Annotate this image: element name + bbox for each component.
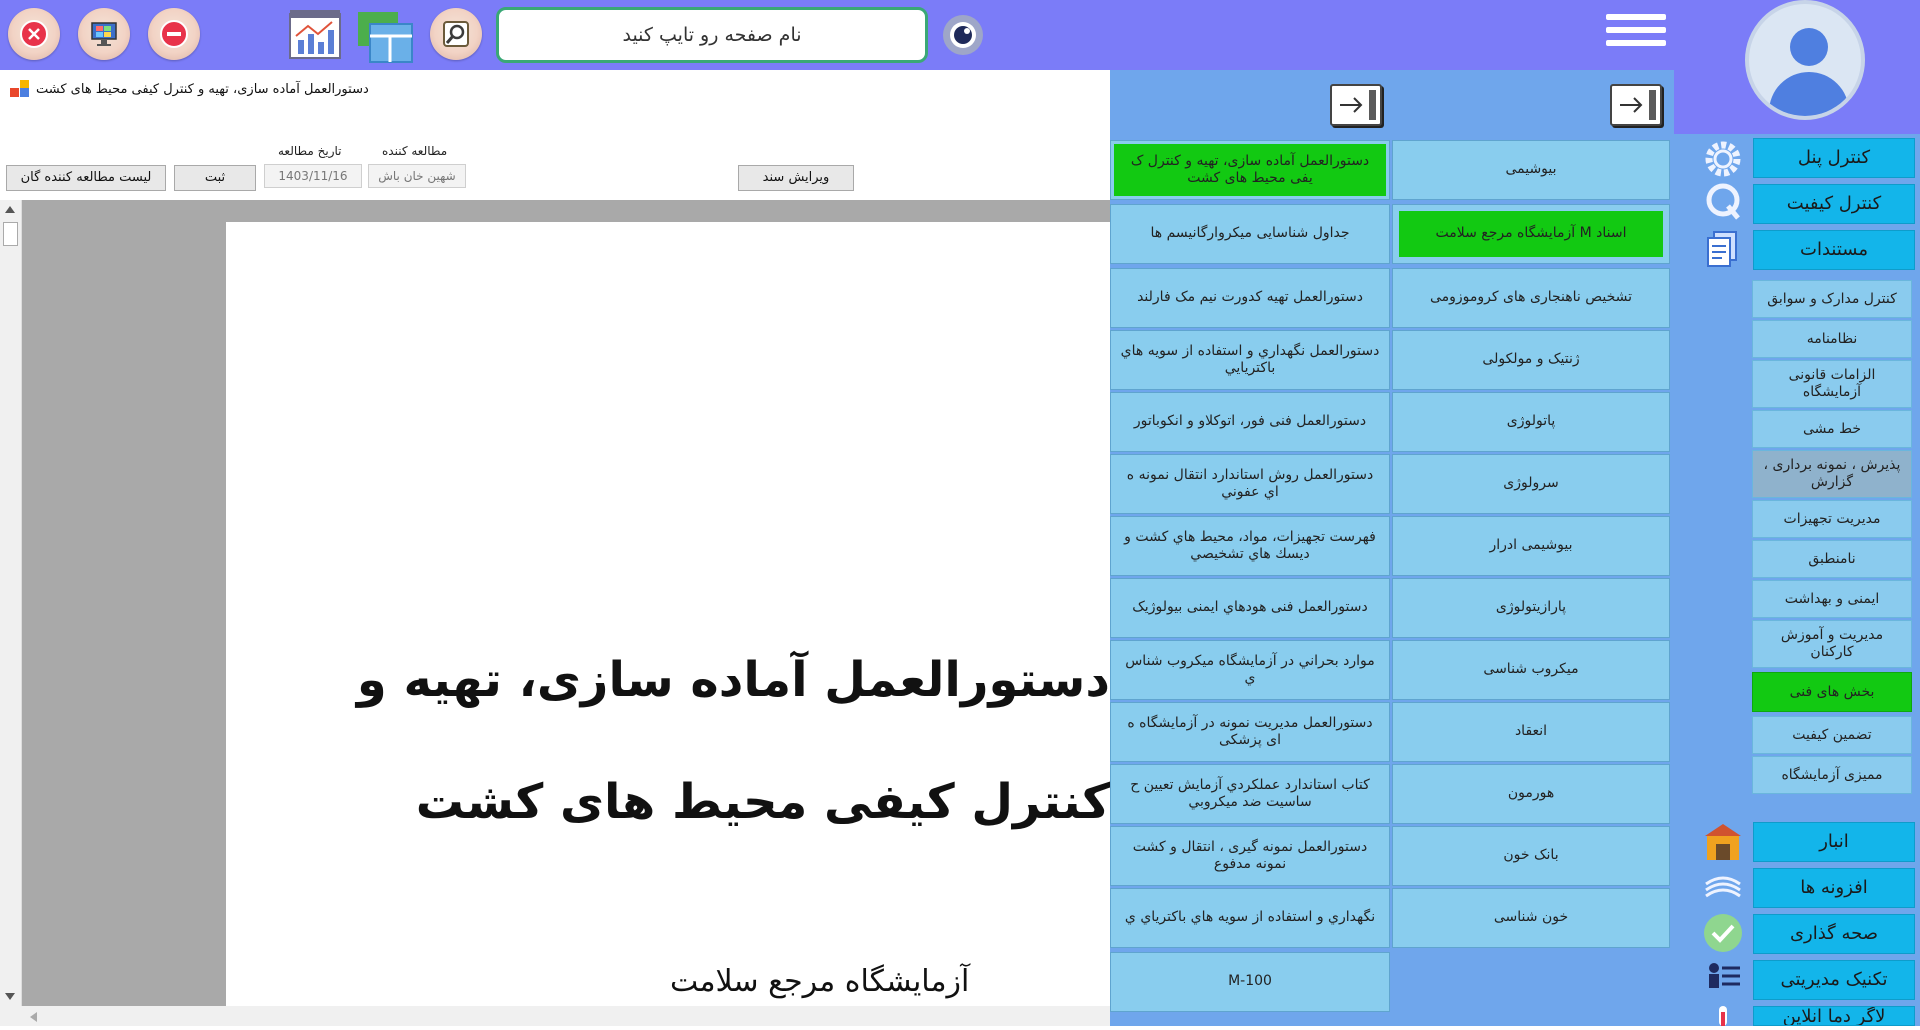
nav-control-panel[interactable]: کنترل پنل [1753,138,1915,178]
document-item[interactable]: دستورالعمل نگهداري و استفاده از سويه هاي… [1110,330,1390,390]
table-window-icon[interactable] [356,6,414,64]
category-item[interactable]: پاتولوژی [1392,392,1670,452]
nav-sub-item[interactable]: الزامات قانونی آزمایشگاه [1752,360,1912,408]
category-item[interactable]: بانک خون [1392,826,1670,886]
addons-icon [1702,868,1744,910]
nav-warehouse[interactable]: انبار [1753,822,1915,862]
document-page: دستورالعمل آماده سازی، تهیه و کنترل کیفی… [226,222,1110,1006]
category-item[interactable]: اسناد M آزمایشگاه مرجع سلامت [1392,204,1670,264]
vertical-scrollbar[interactable] [0,200,22,1006]
close-circle-icon[interactable] [8,8,60,60]
horizontal-scrollbar[interactable] [0,1006,1110,1026]
page-org-name: آزمایشگاه مرجع سلامت [670,964,970,999]
date-field: 1403/11/16 [264,164,362,188]
reader-field: شهین خان باش [368,164,466,188]
collapse-panel-button-left[interactable] [1330,84,1382,126]
document-item[interactable]: دستورالعمل تهیه کدورت نیم مک فارلند [1110,268,1390,328]
document-item-label: دستورالعمل آماده سازی، تهیه و کنترل ک یف… [1114,144,1386,196]
document-item[interactable]: دستورالعمل آماده سازی، تهیه و کنترل ک یف… [1110,140,1390,200]
document-item[interactable]: كتاب استاندارد عملكردي آزمايش تعيين ح سا… [1110,764,1390,824]
document-item[interactable]: جداول شناسایی میکروارگانیسم ها [1110,204,1390,264]
search-magnifier-icon[interactable] [430,8,482,60]
top-toolbar: نام صفحه رو تایپ کنید [0,0,1674,70]
nav-management-technique[interactable]: تکنیک مدیریتی [1753,960,1915,1000]
date-label: تاریخ مطالعه [278,144,342,158]
nav-sub-item[interactable]: مدیریت و آموزش کارکنان [1752,620,1912,668]
readers-list-button[interactable]: لیست مطالعه کننده گان [6,165,166,191]
warehouse-icon [1702,820,1744,862]
nav-sub-item[interactable]: خط مشی [1752,410,1912,448]
category-item[interactable]: بیوشیمی ادرار [1392,516,1670,576]
app-logo-icon [10,80,32,98]
eye-toggle-icon[interactable] [940,12,986,58]
category-item[interactable]: هورمون [1392,764,1670,824]
category-item[interactable]: بیوشیمی [1392,140,1670,200]
management-icon [1702,958,1744,1000]
scroll-down-icon[interactable] [3,988,17,1002]
nav-sub-item[interactable]: مدیریت تجهیزات [1752,500,1912,538]
document-item[interactable]: M-100 [1110,952,1390,1012]
document-item[interactable]: دستورالعمل فنی فور، اتوکلاو و انکوباتور [1110,392,1390,452]
category-item[interactable]: تشخیص ناهنجاری های کروموزومی [1392,268,1670,328]
nav-addons[interactable]: افزونه ها [1753,868,1915,908]
scroll-left-icon[interactable] [26,1009,40,1023]
quality-q-icon [1702,180,1744,222]
nav-documents[interactable]: مستندات [1753,230,1915,270]
nav-sub-item[interactable]: ممیزی آزمایشگاه [1752,756,1912,794]
scroll-up-icon[interactable] [3,202,17,216]
chart-report-icon[interactable] [286,6,344,64]
nav-online-temp-log[interactable]: لاگر دما آنلاین [1753,1006,1915,1026]
collapse-panel-button-right[interactable] [1610,84,1662,126]
category-item[interactable]: پارازیتولوژی [1392,578,1670,638]
search-input[interactable]: نام صفحه رو تایپ کنید [496,7,928,63]
document-item[interactable]: نگهداري و استفاده از سويه هاي باكترياي ي [1110,888,1390,948]
nav-sub-item[interactable]: ایمنی و بهداشت [1752,580,1912,618]
nav-sub-item[interactable]: پذیرش ، نمونه برداری ، گزارش [1752,450,1912,498]
nav-sub-item[interactable]: نامنطبق [1752,540,1912,578]
category-item-label: اسناد M آزمایشگاه مرجع سلامت [1399,211,1663,257]
document-item[interactable]: دستورالعمل نمونه گیری ، انتقال و کشت نمو… [1110,826,1390,886]
category-item[interactable]: میکروب شناسی [1392,640,1670,700]
user-avatar[interactable] [1745,0,1865,120]
monitor-icon[interactable] [78,8,130,60]
category-item[interactable]: ژنتیک و مولکولی [1392,330,1670,390]
reader-label: مطالعه کننده [382,144,448,158]
nav-sub-item[interactable]: بخش های فنی [1752,672,1912,712]
nav-sub-item[interactable]: کنترل مدارک و سوابق [1752,280,1912,318]
gear-icon [1702,138,1744,180]
category-item[interactable]: خون شناسی [1392,888,1670,948]
document-item[interactable]: دستورالعمل فنی هودهاي ايمنی بيولوژيک [1110,578,1390,638]
checkmark-badge-icon [1702,912,1744,954]
nav-sub-item[interactable]: نظامنامه [1752,320,1912,358]
edit-document-button[interactable]: ویرایش سند [738,165,854,191]
nav-sub-item[interactable]: تضمین کیفیت [1752,716,1912,754]
documents-icon [1702,228,1744,270]
document-item[interactable]: موارد بحراني در آزمایشگاه میکروب شناس ي [1110,640,1390,700]
document-item[interactable]: دستورالعمل روش استاندارد انتقال نمونه ه … [1110,454,1390,514]
thermometer-icon [1702,1004,1744,1026]
hamburger-menu-icon[interactable] [1606,14,1666,56]
page-heading-line-2: کنترل کیفی محیط های کشت [415,774,1110,830]
minus-circle-icon[interactable] [148,8,200,60]
nav-quality-control[interactable]: کنترل کیفیت [1753,184,1915,224]
submit-button[interactable]: ثبت [174,165,256,191]
category-item[interactable]: سرولوژی [1392,454,1670,514]
category-item[interactable]: انعقاد [1392,702,1670,762]
scroll-thumb[interactable] [3,222,18,246]
document-item[interactable]: دستورالعمل مديريت نمونه در آزمایشگاه ه ا… [1110,702,1390,762]
page-heading-line-1: دستورالعمل آماده سازی، تهیه و [356,652,1110,708]
nav-validation[interactable]: صحه گذاری [1753,914,1915,954]
document-window-title: دستورالعمل آماده سازی، تهیه و کنترل کیفی… [36,82,369,97]
document-item[interactable]: فهرست تجهيزات، مواد، محيط هاي كشت و ديسك… [1110,516,1390,576]
